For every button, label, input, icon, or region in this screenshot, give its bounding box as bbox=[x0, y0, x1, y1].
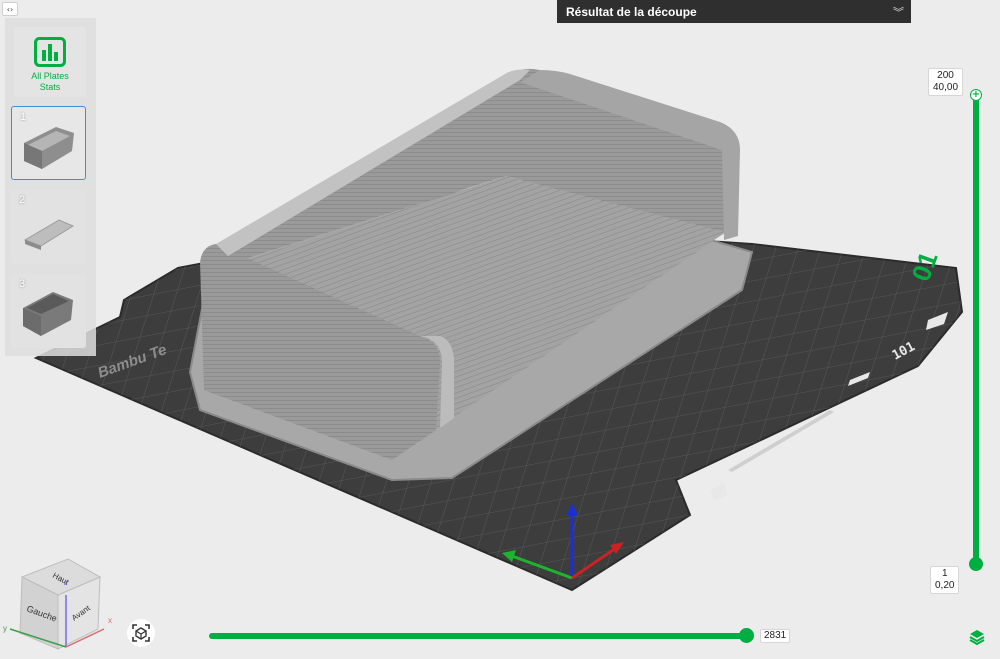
move-slider-track[interactable] bbox=[209, 633, 751, 639]
double-chevron-down-icon[interactable]: ︾ bbox=[893, 4, 904, 20]
layer-slider-track[interactable] bbox=[973, 95, 979, 564]
axis-x-label: x bbox=[108, 616, 112, 625]
all-plates-stats-button[interactable]: All Plates Stats bbox=[14, 27, 86, 97]
all-plates-stats-label: All Plates Stats bbox=[31, 71, 69, 93]
stats-label-line2: Stats bbox=[39, 82, 61, 92]
layer-bottom-label: 1 0,20 bbox=[930, 566, 960, 594]
plate-thumbnail-3[interactable]: 3 bbox=[11, 274, 86, 348]
panel-toggle-icon[interactable]: ‹› bbox=[2, 2, 18, 16]
move-slider-value: 2831 bbox=[760, 629, 791, 643]
box-model-icon bbox=[23, 292, 73, 336]
axis-z-label: z bbox=[64, 580, 68, 587]
flat-plate-model-icon bbox=[23, 219, 75, 250]
bottom-layer-height: 0,20 bbox=[935, 580, 955, 591]
layers-icon[interactable] bbox=[968, 628, 986, 646]
fit-view-icon bbox=[132, 624, 150, 642]
slicing-result-title: Résultat de la découpe bbox=[566, 4, 697, 19]
layer-slider-bottom-handle[interactable] bbox=[969, 557, 983, 571]
top-layer-height: 40,00 bbox=[933, 82, 959, 93]
layer-top-label: 200 40,00 bbox=[928, 68, 964, 96]
slicing-result-panel-header[interactable]: Résultat de la découpe ︾ bbox=[557, 0, 911, 23]
plate-thumbnail-1[interactable]: 1 bbox=[11, 106, 86, 180]
top-layer-number: 200 bbox=[937, 70, 954, 81]
fit-view-button[interactable] bbox=[127, 619, 155, 647]
axis-y-label: y bbox=[3, 624, 7, 633]
plate-thumbnail-2[interactable]: 2 bbox=[11, 190, 86, 264]
bar-chart-icon bbox=[34, 37, 66, 67]
stats-label-line1: All Plates bbox=[31, 71, 69, 81]
bottom-layer-number: 1 bbox=[941, 568, 948, 579]
view-navigation-cube[interactable]: Haut Gauche Avant z x y bbox=[0, 555, 120, 659]
plus-icon[interactable]: + bbox=[970, 89, 982, 101]
move-slider-handle[interactable] bbox=[739, 628, 754, 643]
3d-viewport[interactable]: Bambu Te 01 101 bbox=[0, 0, 1000, 659]
box-model-icon bbox=[24, 127, 74, 169]
